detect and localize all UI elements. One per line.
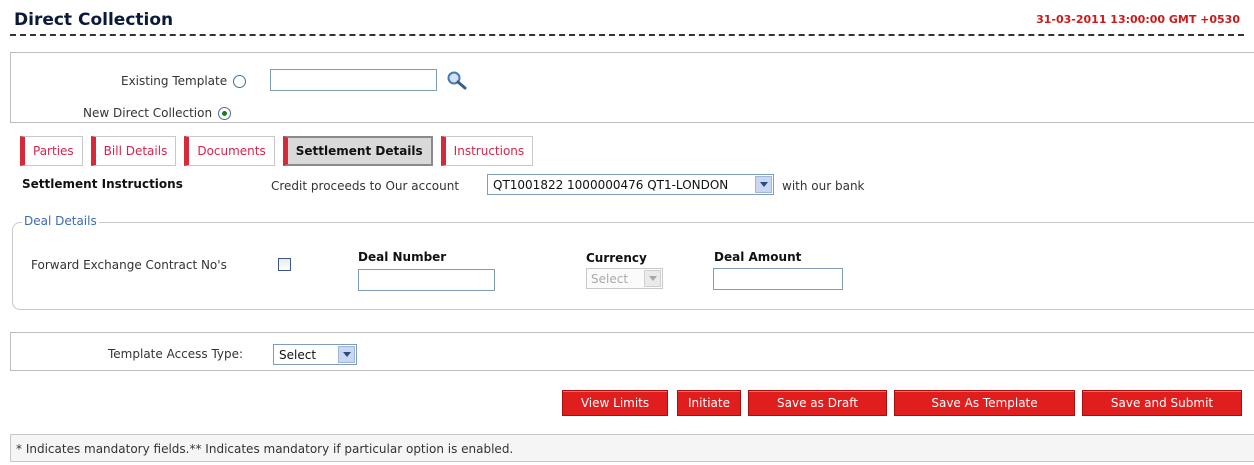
tab-settlement-details[interactable]: Settlement Details [282,136,433,166]
existing-template-radio[interactable] [233,74,247,88]
existing-template-row: Existing Template [121,74,247,88]
chevron-down-icon[interactable] [644,270,661,287]
save-as-draft-button[interactable]: Save as Draft [748,390,887,416]
deal-details-legend: Deal Details [22,214,99,228]
currency-label: Currency [586,251,647,265]
currency-select[interactable]: Select [586,268,663,289]
chevron-down-icon[interactable] [338,346,355,363]
forward-exchange-checkbox[interactable] [278,258,291,271]
tab-bar: Parties Bill Details Documents Settlemen… [20,136,541,166]
new-collection-label: New Direct Collection [83,106,213,120]
account-select[interactable]: QT1001822 1000000476 QT1-LONDON [487,174,774,195]
existing-template-label: Existing Template [121,74,228,88]
deal-amount-input[interactable] [713,268,843,290]
new-collection-row: New Direct Collection [83,106,232,120]
tab-parties[interactable]: Parties [20,136,83,166]
template-access-select[interactable]: Select [273,344,357,365]
tab-bill-details[interactable]: Bill Details [90,136,177,166]
page-title: Direct Collection [14,10,174,30]
search-icon[interactable] [446,70,468,90]
account-select-value: QT1001822 1000000476 QT1-LONDON [493,177,729,192]
deal-number-label: Deal Number [358,250,447,264]
deal-amount-label: Deal Amount [714,250,802,264]
mandatory-fields-note: * Indicates mandatory fields.** Indicate… [16,442,514,456]
save-as-template-button[interactable]: Save As Template [894,390,1075,416]
with-our-bank-label: with our bank [782,179,865,193]
view-limits-button[interactable]: View Limits [562,390,668,416]
template-search-input[interactable] [270,69,437,91]
chevron-down-icon[interactable] [755,176,772,193]
tab-documents[interactable]: Documents [184,136,275,166]
tab-instructions[interactable]: Instructions [440,136,534,166]
deal-number-input[interactable] [358,269,495,291]
timestamp: 31-03-2011 13:00:00 GMT +0530 [1036,13,1240,26]
template-access-value: Select [279,347,317,362]
new-collection-radio[interactable] [218,106,232,120]
credit-proceeds-label: Credit proceeds to Our account [271,179,460,193]
settlement-row: Settlement Instructions Credit proceeds … [22,172,1242,198]
initiate-button[interactable]: Initiate [677,390,741,416]
page-header: Direct Collection 31-03-2011 13:00:00 GM… [10,6,1244,36]
template-selection-panel: Existing Template New Direct Collection [10,52,1254,123]
template-access-label: Template Access Type: [108,347,244,361]
currency-select-value: Select [591,271,629,286]
settlement-instructions-label: Settlement Instructions [22,177,183,191]
forward-exchange-label: Forward Exchange Contract No's [31,258,227,272]
save-and-submit-button[interactable]: Save and Submit [1082,390,1242,416]
